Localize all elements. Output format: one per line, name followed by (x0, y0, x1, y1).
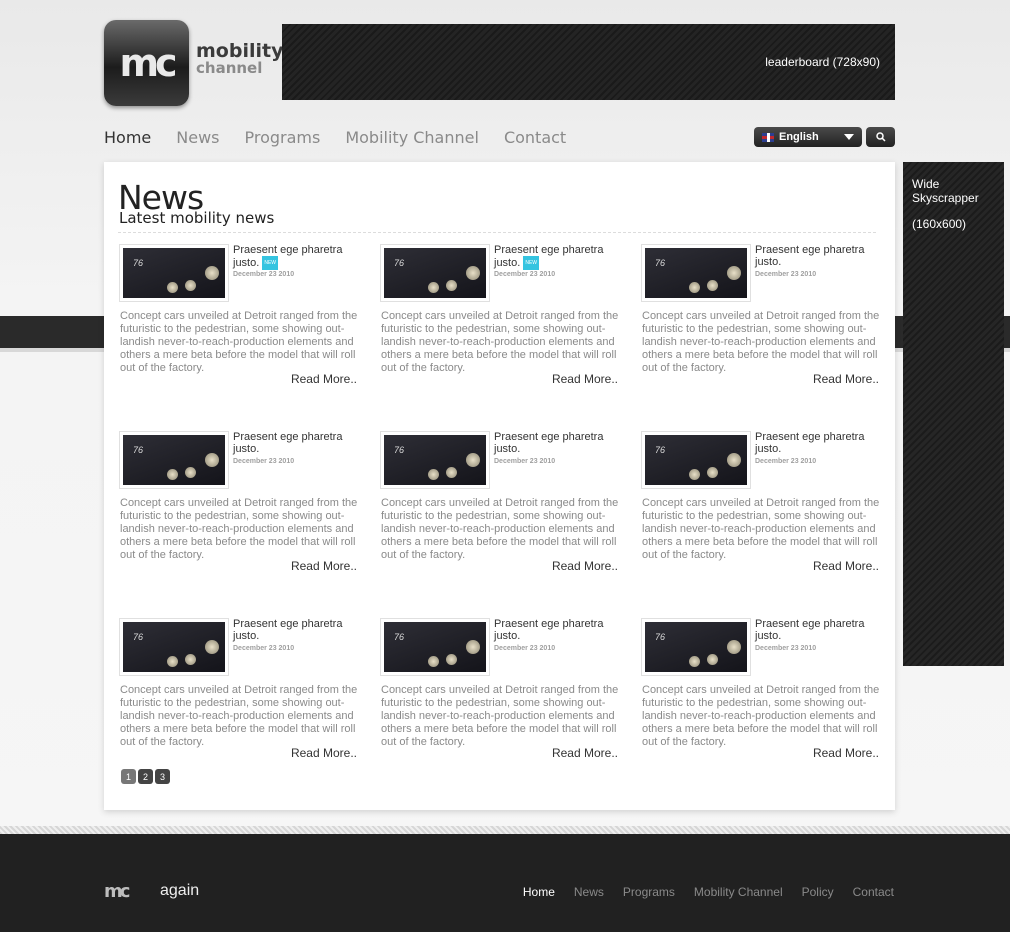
article-excerpt: Concept cars unveiled at Detroit ranged … (642, 684, 880, 748)
article-excerpt: Concept cars unveiled at Detroit ranged … (642, 310, 880, 374)
read-more-link[interactable]: Read More.. (291, 559, 357, 573)
footer-logo[interactable]: mc (104, 881, 130, 902)
language-select[interactable]: English (754, 127, 862, 147)
read-more-link[interactable]: Read More.. (813, 559, 879, 573)
article-card: 76 Praesent ege pharetra justo. December… (380, 618, 620, 761)
page-3-button[interactable]: 3 (155, 769, 170, 784)
nav-home[interactable]: Home (104, 128, 151, 147)
article-card: 76 Praesent ege pharetra justo. December… (641, 618, 881, 761)
article-date: December 23 2010 (233, 458, 295, 465)
skyscraper-label: Wide Skyscrapper (912, 177, 979, 205)
read-more-link[interactable]: Read More.. (552, 559, 618, 573)
uk-flag-icon (762, 132, 774, 142)
article-card: 76 Praesent ege pharetra justo. December… (119, 618, 359, 761)
logo-mark: mc (119, 41, 177, 85)
article-date: December 23 2010 (494, 271, 556, 278)
article-excerpt: Concept cars unveiled at Detroit ranged … (642, 497, 880, 561)
article-date: December 23 2010 (755, 645, 817, 652)
chevron-down-icon (844, 134, 854, 140)
read-more-link[interactable]: Read More.. (291, 746, 357, 760)
article-excerpt: Concept cars unveiled at Detroit ranged … (381, 310, 619, 374)
article-title[interactable]: Praesent ege pharetra justo. (233, 618, 359, 642)
footer-nav: Home News Programs Mobility Channel Poli… (523, 885, 894, 899)
article-excerpt: Concept cars unveiled at Detroit ranged … (381, 684, 619, 748)
page-1-button[interactable]: 1 (121, 769, 136, 784)
article-card: 76 Praesent ege pharetra justo. NEW Dece… (380, 244, 620, 387)
skyscraper-ad[interactable]: Wide Skyscrapper (160x600) (903, 162, 1004, 666)
search-button[interactable] (866, 127, 895, 147)
leaderboard-label: leaderboard (728x90) (765, 55, 880, 69)
article-thumbnail[interactable]: 76 (380, 618, 490, 676)
footer-nav-policy[interactable]: Policy (802, 885, 834, 899)
article-card: 76 Praesent ege pharetra justo. December… (119, 431, 359, 574)
article-date: December 23 2010 (233, 271, 295, 278)
language-label: English (779, 131, 819, 143)
logo-line-1: mobility (196, 40, 284, 62)
article-thumbnail[interactable]: 76 (641, 244, 751, 302)
article-thumbnail[interactable]: 76 (380, 244, 490, 302)
article-card: 76 Praesent ege pharetra justo. December… (641, 244, 881, 387)
article-thumbnail[interactable]: 76 (119, 618, 229, 676)
nav-contact[interactable]: Contact (504, 128, 566, 147)
read-more-link[interactable]: Read More.. (552, 372, 618, 386)
read-more-link[interactable]: Read More.. (291, 372, 357, 386)
article-thumbnail[interactable]: 76 (119, 431, 229, 489)
new-badge: NEW (523, 256, 540, 270)
article-card: 76 Praesent ege pharetra justo. December… (380, 431, 620, 574)
footer: mc again Home News Programs Mobility Cha… (0, 834, 1010, 932)
read-more-link[interactable]: Read More.. (552, 746, 618, 760)
article-card: 76 Praesent ege pharetra justo. December… (641, 431, 881, 574)
article-excerpt: Concept cars unveiled at Detroit ranged … (120, 684, 358, 748)
skyscraper-size: (160x600) (912, 217, 967, 231)
news-panel: News Latest mobility news 76 Praesent eg… (104, 162, 895, 810)
footer-nav-home[interactable]: Home (523, 885, 555, 899)
article-thumbnail[interactable]: 76 (380, 431, 490, 489)
article-excerpt: Concept cars unveiled at Detroit ranged … (381, 497, 619, 561)
article-date: December 23 2010 (755, 458, 817, 465)
article-date: December 23 2010 (755, 271, 817, 278)
footer-nav-contact[interactable]: Contact (853, 885, 894, 899)
pagination: 1 2 3 (121, 769, 170, 784)
search-icon (875, 132, 886, 142)
article-title[interactable]: Praesent ege pharetra justo. (755, 244, 881, 268)
logo-text[interactable]: mobility channel (196, 40, 284, 77)
article-title[interactable]: Praesent ege pharetra justo. NEW (233, 244, 359, 270)
article-card: 76 Praesent ege pharetra justo. NEW Dece… (119, 244, 359, 387)
article-title[interactable]: Praesent ege pharetra justo. (233, 431, 359, 455)
article-grid: 76 Praesent ege pharetra justo. NEW Dece… (119, 244, 881, 761)
article-thumbnail[interactable]: 76 (641, 618, 751, 676)
nav-mobility-channel[interactable]: Mobility Channel (345, 128, 479, 147)
footer-nav-news[interactable]: News (574, 885, 604, 899)
footer-nav-mobility-channel[interactable]: Mobility Channel (694, 885, 783, 899)
background-stripe (0, 826, 1010, 834)
article-title[interactable]: Praesent ege pharetra justo. (494, 431, 620, 455)
site-logo[interactable]: mc (104, 20, 189, 106)
article-date: December 23 2010 (494, 458, 556, 465)
new-badge: NEW (262, 256, 279, 270)
main-nav: Home News Programs Mobility Channel Cont… (104, 128, 566, 147)
logo-line-2: channel (196, 59, 263, 77)
divider (118, 232, 876, 233)
again-logo[interactable]: again (160, 882, 199, 900)
article-excerpt: Concept cars unveiled at Detroit ranged … (120, 497, 358, 561)
read-more-link[interactable]: Read More.. (813, 746, 879, 760)
article-date: December 23 2010 (233, 645, 295, 652)
page-subtitle: Latest mobility news (119, 209, 275, 227)
article-date: December 23 2010 (494, 645, 556, 652)
article-excerpt: Concept cars unveiled at Detroit ranged … (120, 310, 358, 374)
leaderboard-ad[interactable]: leaderboard (728x90) (282, 24, 895, 100)
nav-news[interactable]: News (176, 128, 219, 147)
footer-nav-programs[interactable]: Programs (623, 885, 675, 899)
page-2-button[interactable]: 2 (138, 769, 153, 784)
nav-programs[interactable]: Programs (244, 128, 320, 147)
article-title[interactable]: Praesent ege pharetra justo. NEW (494, 244, 620, 270)
article-thumbnail[interactable]: 76 (119, 244, 229, 302)
article-title[interactable]: Praesent ege pharetra justo. (494, 618, 620, 642)
article-title[interactable]: Praesent ege pharetra justo. (755, 618, 881, 642)
article-thumbnail[interactable]: 76 (641, 431, 751, 489)
article-title[interactable]: Praesent ege pharetra justo. (755, 431, 881, 455)
read-more-link[interactable]: Read More.. (813, 372, 879, 386)
